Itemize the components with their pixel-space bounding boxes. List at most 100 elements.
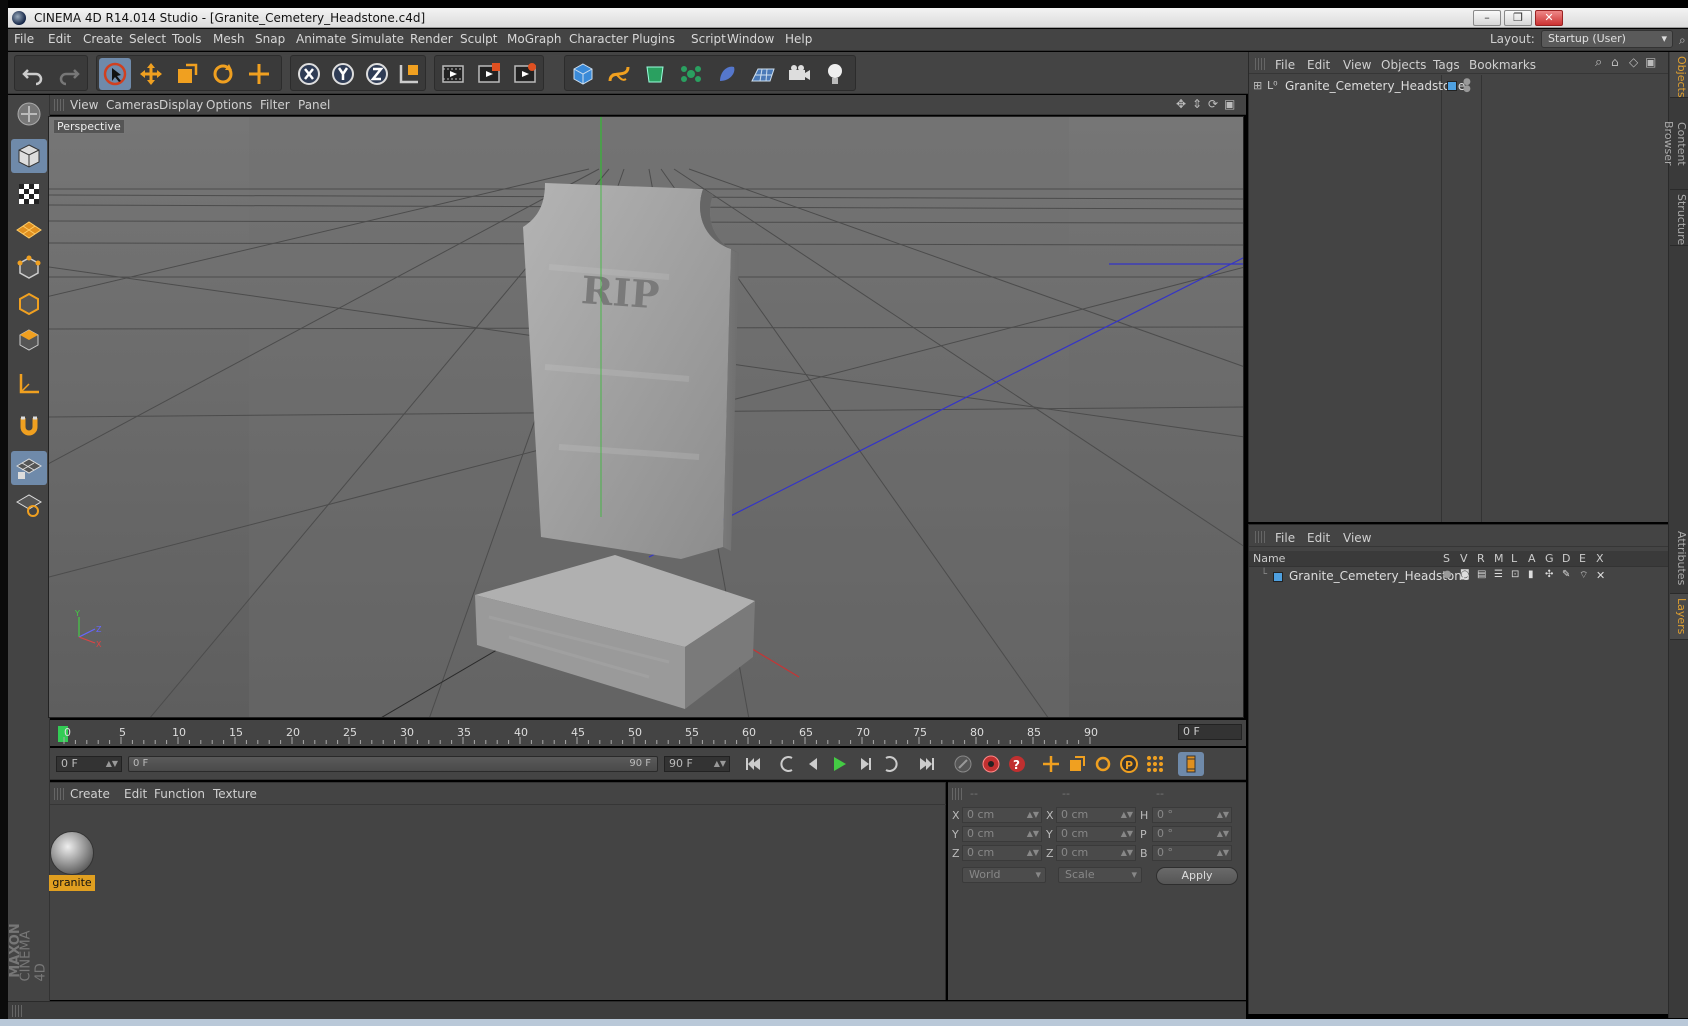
timeline-window-icon[interactable] (1178, 752, 1204, 776)
column-render[interactable]: R (1477, 552, 1485, 565)
expression-toggle-icon[interactable]: ⌔ (1579, 569, 1588, 582)
tab-objects[interactable]: Objects (1670, 52, 1688, 98)
autokeying-icon[interactable] (978, 752, 1004, 776)
layer-menu-view[interactable]: View (1343, 531, 1371, 545)
size-mode-dropdown[interactable]: Scale (1058, 867, 1142, 883)
restore-button[interactable]: ❐ (1504, 10, 1532, 26)
column-locked[interactable]: L (1511, 552, 1517, 565)
deformer-icon[interactable] (711, 58, 743, 90)
panel-grip-icon[interactable] (952, 788, 962, 800)
size-y-field[interactable]: 0 cm ▲▼ (1056, 826, 1136, 842)
viewport-menu-options[interactable]: Options (206, 98, 252, 112)
generator-toggle-icon[interactable]: ✣ (1545, 569, 1553, 580)
solo-toggle-icon[interactable]: ● (1443, 569, 1452, 580)
end-frame-field[interactable]: 90 F ▲▼ (664, 756, 730, 772)
make-editable-icon[interactable] (11, 97, 47, 131)
panel-grip-icon[interactable] (54, 788, 64, 800)
key-parameter-icon[interactable]: P (1116, 752, 1142, 776)
panel-grip-icon[interactable] (1255, 58, 1265, 70)
coordinate-system-icon[interactable] (393, 58, 425, 90)
object-menu-tags[interactable]: Tags (1433, 58, 1460, 72)
edges-mode-icon[interactable] (11, 287, 47, 321)
close-button[interactable]: ✕ (1535, 10, 1563, 26)
material-menu-edit[interactable]: Edit (124, 787, 147, 801)
visibility-dots[interactable]: ● ● (1463, 78, 1471, 94)
next-key-icon[interactable] (878, 752, 904, 776)
menu-script[interactable]: Script (691, 32, 726, 46)
column-xref[interactable]: X (1596, 552, 1604, 565)
coordinate-space-dropdown[interactable]: World (962, 867, 1046, 883)
rot-h-field[interactable]: 0 ° ▲▼ (1152, 807, 1232, 823)
column-deformers[interactable]: D (1562, 552, 1570, 565)
render-settings-icon[interactable] (509, 58, 541, 90)
search-icon[interactable]: ⌕ (1595, 55, 1602, 70)
y-axis-lock-icon[interactable] (327, 58, 359, 90)
object-menu-objects[interactable]: Objects (1381, 58, 1426, 72)
lock-toggle-icon[interactable]: ⊡ (1511, 569, 1519, 580)
texture-mode-icon[interactable] (11, 177, 47, 211)
material-menu-texture[interactable]: Texture (213, 787, 257, 801)
menu-simulate[interactable]: Simulate (351, 32, 404, 46)
panel-grip-icon[interactable] (1255, 531, 1265, 543)
menu-edit[interactable]: Edit (48, 32, 71, 46)
timeline-ticks[interactable]: 0 5 10 15 20 25 30 35 40 45 50 55 60 65 … (58, 724, 1168, 744)
column-solo[interactable]: S (1443, 552, 1450, 565)
workplane-mode-icon[interactable] (11, 213, 47, 247)
nurbs-icon[interactable] (639, 58, 671, 90)
menu-select[interactable]: Select (129, 32, 166, 46)
object-menu-edit[interactable]: Edit (1307, 58, 1330, 72)
material-preview[interactable] (50, 831, 94, 875)
layer-color-swatch[interactable] (1273, 572, 1283, 582)
rotate-tool-icon[interactable] (207, 58, 239, 90)
object-menu-bookmarks[interactable]: Bookmarks (1469, 58, 1536, 72)
manager-toggle-icon[interactable]: ☰ (1494, 569, 1503, 580)
previous-frame-icon[interactable] (800, 752, 826, 776)
viewport-dolly-icon[interactable]: ⇕ (1192, 97, 1202, 111)
redo-icon[interactable] (53, 58, 85, 90)
timeline-ruler[interactable]: 0 5 10 15 20 25 30 35 40 45 50 55 60 65 … (50, 720, 1246, 746)
column-generators[interactable]: G (1545, 552, 1554, 565)
search-icon[interactable]: ⌕ (1679, 33, 1688, 47)
size-x-field[interactable]: 0 cm ▲▼ (1056, 807, 1136, 823)
minimize-button[interactable]: – (1473, 10, 1501, 26)
object-menu-file[interactable]: File (1275, 58, 1295, 72)
column-expressions[interactable]: E (1579, 552, 1586, 565)
keyframe-selection-icon[interactable]: ? (1004, 752, 1030, 776)
z-axis-lock-icon[interactable] (361, 58, 393, 90)
current-frame-field[interactable]: 0 F (1178, 724, 1242, 740)
start-frame-field[interactable]: 0 F ▲▼ (56, 756, 122, 772)
rot-b-field[interactable]: 0 ° ▲▼ (1152, 845, 1232, 861)
object-menu-view[interactable]: View (1343, 58, 1371, 72)
render-toggle-icon[interactable]: ▤ (1477, 569, 1486, 580)
menu-create[interactable]: Create (83, 32, 123, 46)
panel-grip-icon[interactable] (54, 99, 64, 111)
model-mode-icon[interactable] (11, 139, 47, 173)
pos-z-field[interactable]: 0 cm ▲▼ (962, 845, 1042, 861)
record-active-objects-icon[interactable] (950, 752, 976, 776)
workplane-lock-icon[interactable] (11, 451, 47, 485)
material-name-label[interactable]: granite (49, 875, 95, 891)
material-swatch[interactable]: granite (49, 805, 98, 895)
object-list[interactable]: ⊞ L⁰ Granite_Cemetery_Headstone ● ● (1249, 75, 1669, 522)
play-icon[interactable] (826, 752, 852, 776)
tab-structure[interactable]: Structure (1670, 190, 1688, 246)
menu-mesh[interactable]: Mesh (213, 32, 245, 46)
deformer-toggle-icon[interactable]: ✎ (1562, 569, 1570, 580)
viewport-maximize-icon[interactable]: ▣ (1224, 97, 1235, 111)
undo-icon[interactable] (17, 58, 49, 90)
object-name[interactable]: Granite_Cemetery_Headstone (1285, 79, 1465, 93)
live-selection-icon[interactable] (99, 58, 131, 90)
key-scale-icon[interactable] (1064, 752, 1090, 776)
key-position-icon[interactable] (1038, 752, 1064, 776)
new-manager-icon[interactable]: ▣ (1645, 55, 1656, 69)
viewport-menu-filter[interactable]: Filter (260, 98, 290, 112)
pos-x-field[interactable]: 0 cm ▲▼ (962, 807, 1042, 823)
menu-sculpt[interactable]: Sculpt (460, 32, 497, 46)
floor-icon[interactable] (747, 58, 779, 90)
layer-menu-file[interactable]: File (1275, 531, 1295, 545)
menu-animate[interactable]: Animate (296, 32, 346, 46)
home-icon[interactable]: ⌂ (1611, 55, 1619, 69)
tab-content-browser[interactable]: Content Browser (1662, 98, 1688, 190)
material-menu-create[interactable]: Create (70, 787, 110, 801)
render-view-icon[interactable] (437, 58, 469, 90)
